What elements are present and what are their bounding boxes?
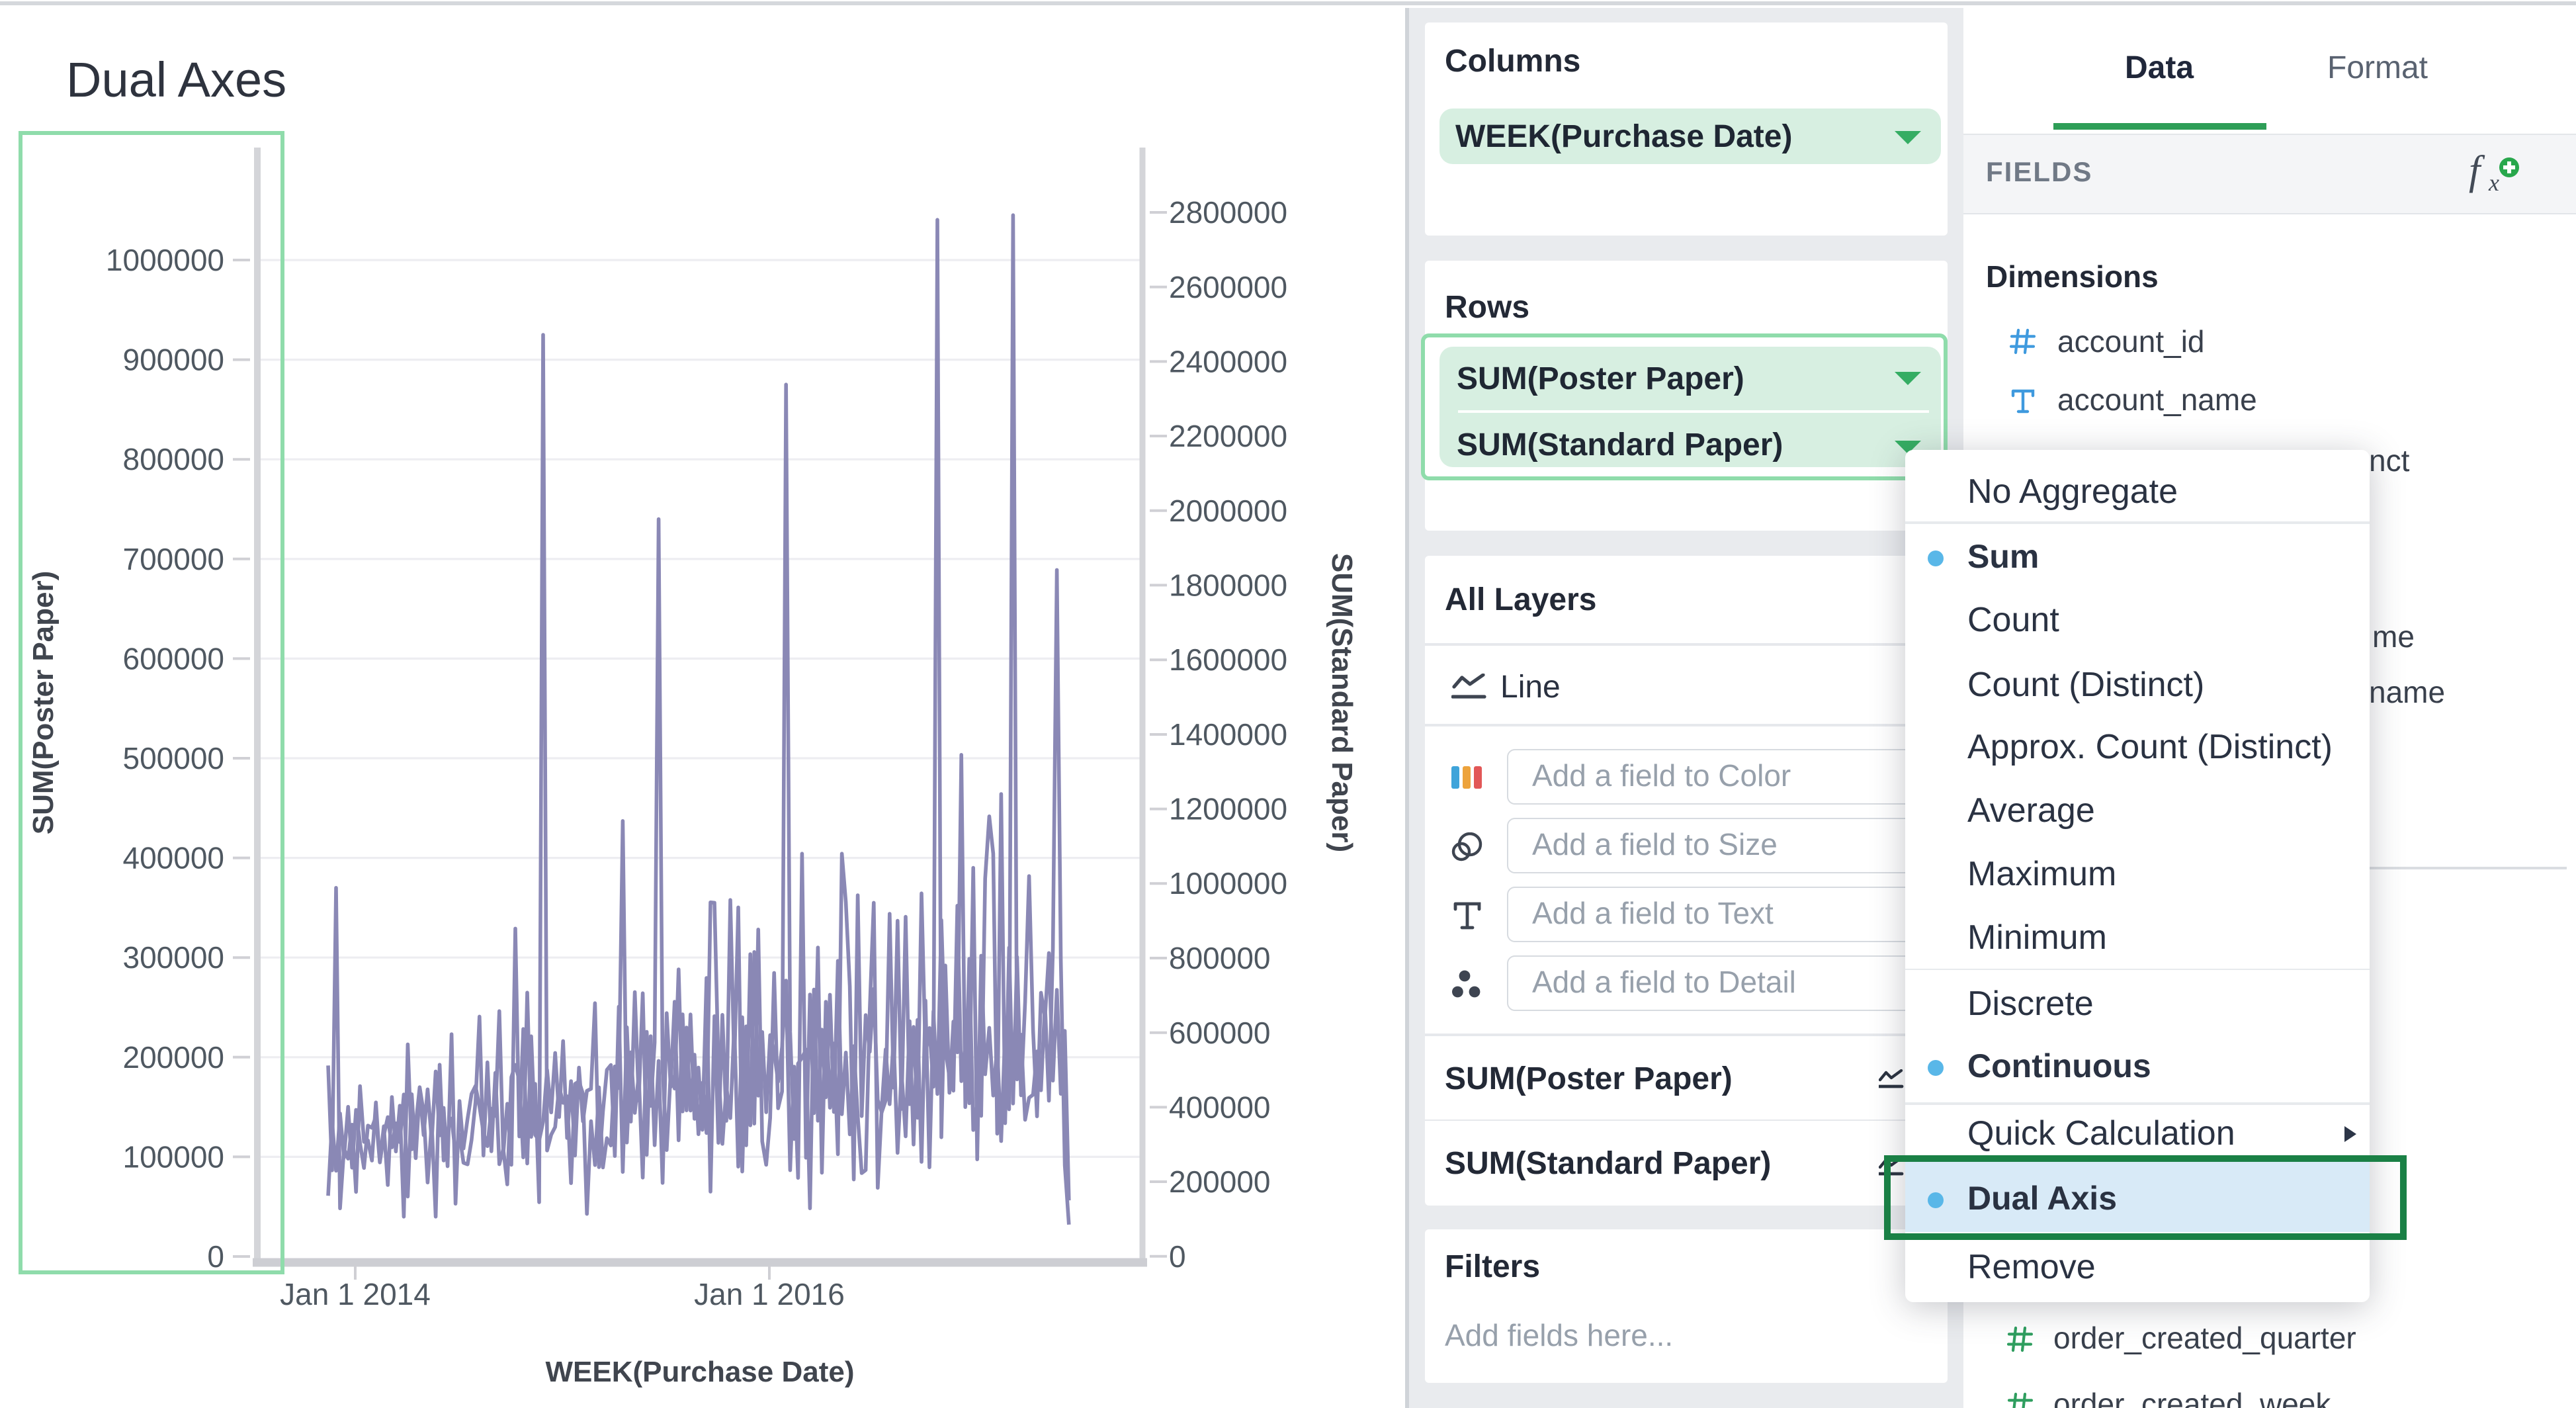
svg-text:Jan 1 2016: Jan 1 2016 — [694, 1277, 845, 1311]
svg-text:1800000: 1800000 — [1169, 568, 1287, 602]
svg-text:2800000: 2800000 — [1169, 195, 1287, 230]
svg-text:600000: 600000 — [1169, 1016, 1271, 1050]
svg-text:800000: 800000 — [1169, 941, 1271, 975]
svg-text:0: 0 — [207, 1239, 224, 1274]
svg-text:SUM(Poster Paper): SUM(Poster Paper) — [27, 571, 60, 835]
svg-text:200000: 200000 — [123, 1040, 225, 1075]
svg-text:400000: 400000 — [123, 841, 225, 875]
svg-text:600000: 600000 — [123, 641, 225, 676]
svg-text:800000: 800000 — [123, 442, 225, 476]
svg-text:200000: 200000 — [1169, 1165, 1271, 1199]
svg-text:2000000: 2000000 — [1169, 494, 1287, 528]
svg-text:2200000: 2200000 — [1169, 419, 1287, 453]
svg-text:300000: 300000 — [123, 940, 225, 975]
svg-text:1200000: 1200000 — [1169, 792, 1287, 826]
svg-text:2400000: 2400000 — [1169, 344, 1287, 378]
svg-text:700000: 700000 — [123, 542, 225, 576]
svg-text:1000000: 1000000 — [106, 243, 224, 277]
svg-text:500000: 500000 — [123, 741, 225, 775]
svg-text:WEEK(Purchase Date): WEEK(Purchase Date) — [545, 1356, 854, 1388]
svg-text:900000: 900000 — [123, 343, 225, 377]
svg-text:1000000: 1000000 — [1169, 866, 1287, 901]
svg-text:Jan 1 2014: Jan 1 2014 — [280, 1277, 431, 1311]
svg-text:0: 0 — [1169, 1239, 1186, 1274]
svg-text:1600000: 1600000 — [1169, 642, 1287, 677]
svg-text:400000: 400000 — [1169, 1090, 1271, 1124]
svg-text:2600000: 2600000 — [1169, 270, 1287, 304]
svg-text:100000: 100000 — [123, 1139, 225, 1174]
svg-text:SUM(Standard Paper): SUM(Standard Paper) — [1326, 553, 1358, 852]
svg-text:1400000: 1400000 — [1169, 717, 1287, 752]
